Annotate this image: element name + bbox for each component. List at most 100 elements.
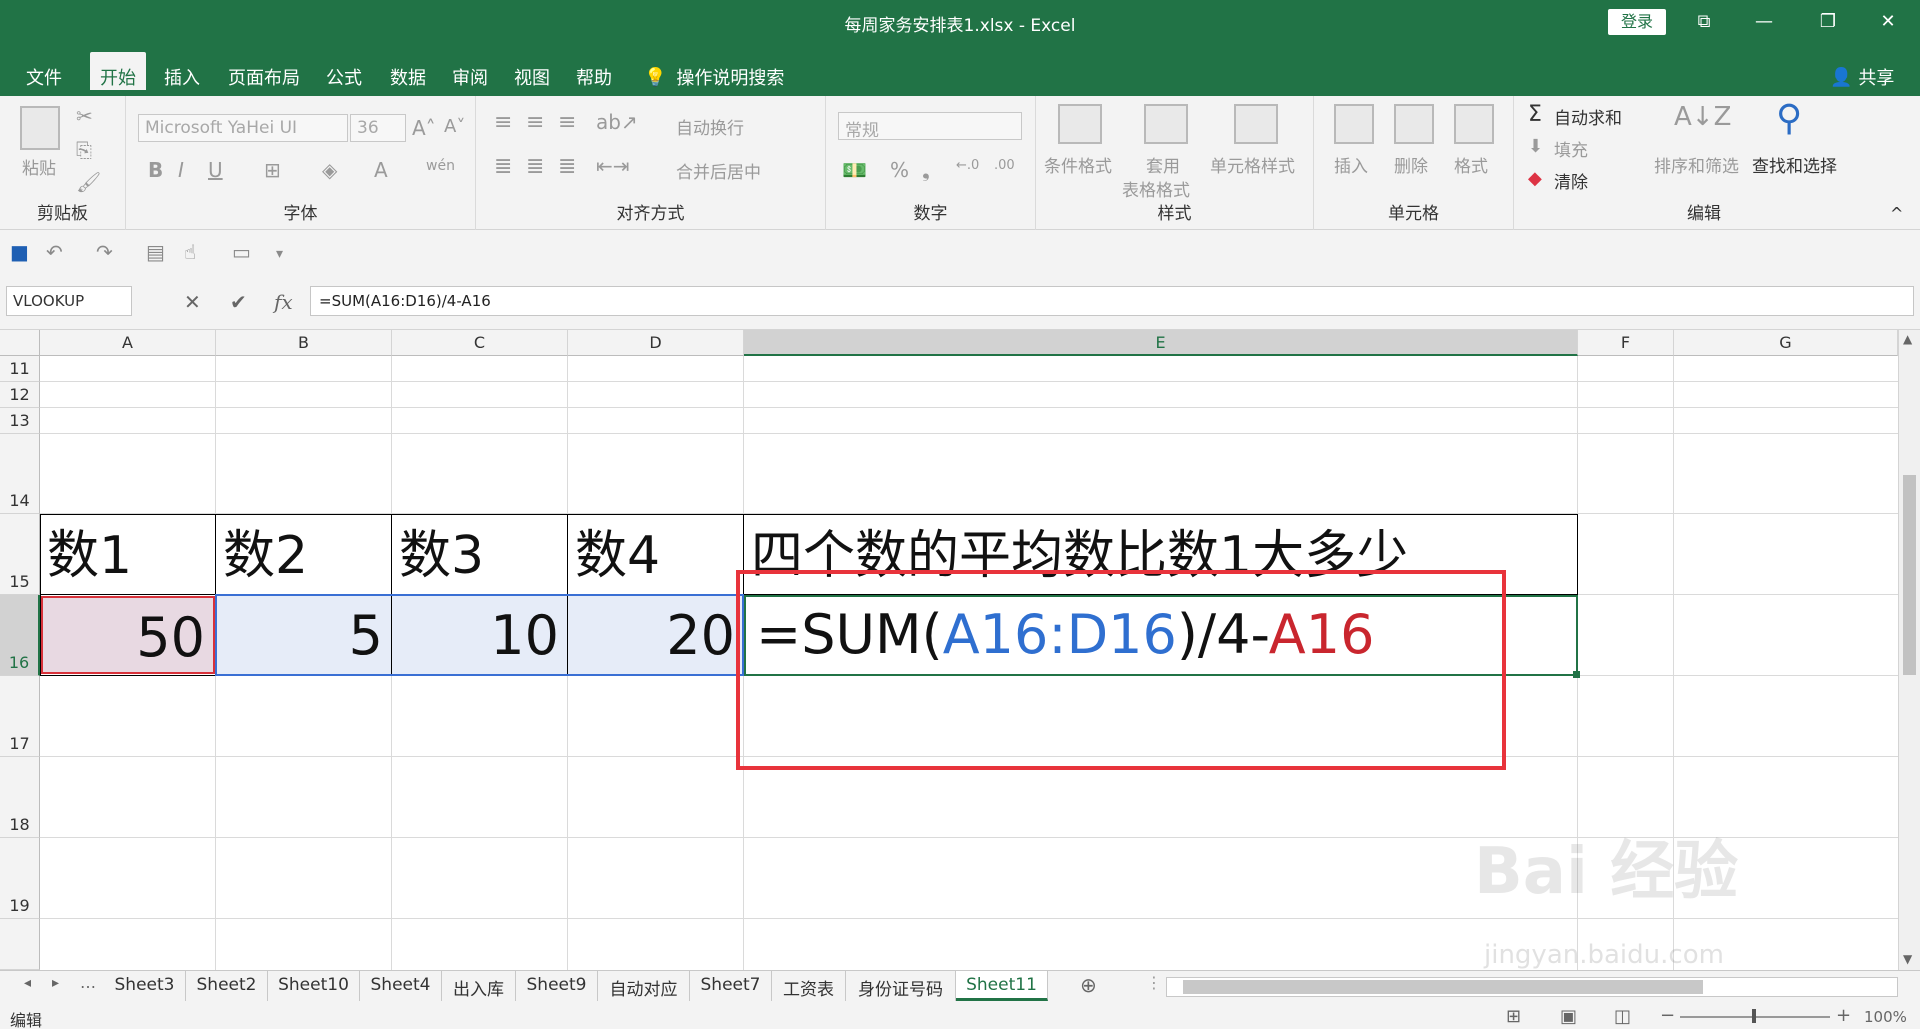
save-icon[interactable]: ■ [10, 240, 29, 264]
column-header-f[interactable]: F [1578, 330, 1674, 356]
sheet-tab[interactable]: Sheet10 [268, 971, 360, 1001]
cell-c15[interactable]: 数3 [393, 516, 567, 594]
tab-home[interactable]: 开始 [90, 52, 146, 90]
sort-filter-button[interactable]: 排序和筛选 [1654, 152, 1739, 177]
row-header-12[interactable]: 12 [0, 382, 40, 408]
row-header-19[interactable]: 19 [0, 838, 40, 919]
delete-cells-icon[interactable] [1394, 104, 1434, 144]
row-header-11[interactable]: 11 [0, 356, 40, 382]
new-sheet-icon[interactable]: ⊕ [1080, 973, 1097, 997]
sheet-tab[interactable]: Sheet2 [186, 971, 268, 1001]
tab-file[interactable]: 文件 [16, 58, 72, 96]
column-header-b[interactable]: B [216, 330, 392, 356]
cell-a16[interactable]: 50 [41, 596, 215, 674]
form-icon[interactable]: ▤ [146, 240, 165, 264]
underline-button[interactable]: U [208, 158, 223, 182]
scroll-down-icon[interactable]: ▼ [1903, 952, 1912, 966]
sheet-tab[interactable]: Sheet4 [360, 971, 442, 1001]
conditional-format-button[interactable]: 条件格式 [1044, 152, 1112, 177]
row-header-16[interactable]: 16 [0, 595, 40, 676]
decrease-decimal-icon[interactable]: .00 [994, 158, 1015, 173]
italic-button[interactable]: I [178, 158, 184, 182]
comma-button[interactable]: ❟ [922, 158, 930, 182]
align-left-icon[interactable]: ≣ [494, 154, 512, 179]
worksheet-grid[interactable]: A B C D E F G 11 12 13 14 15 16 17 18 19… [0, 330, 1898, 970]
sort-filter-icon[interactable]: A↓Z [1674, 102, 1731, 132]
zoom-in-icon[interactable]: + [1836, 1005, 1851, 1026]
horizontal-scroll-thumb[interactable] [1183, 980, 1703, 994]
share-button[interactable]: 👤 共享 [1830, 64, 1894, 90]
borders-icon[interactable]: ⊞ [264, 158, 281, 182]
next-sheet-icon[interactable]: ▸ [52, 975, 59, 991]
magnifier-icon[interactable]: ⚲ [1776, 98, 1802, 139]
column-header-g[interactable]: G [1674, 330, 1898, 356]
wrap-text-button[interactable]: 自动换行 [676, 114, 744, 139]
cut-icon[interactable]: ✂ [76, 104, 93, 128]
vertical-scrollbar[interactable]: ▲ ▼ [1898, 330, 1920, 970]
number-format-box[interactable]: 常规 [838, 112, 1022, 140]
scroll-up-icon[interactable]: ▲ [1903, 332, 1912, 346]
insert-function-icon[interactable]: fx [274, 290, 293, 314]
bottom-align-icon[interactable]: ≡ [558, 110, 576, 135]
row-header-20[interactable] [0, 919, 40, 970]
format-cells-icon[interactable] [1454, 104, 1494, 144]
close-icon[interactable]: ✕ [1868, 6, 1908, 38]
tab-review[interactable]: 审阅 [442, 58, 498, 96]
fill-icon[interactable]: ⬇ [1528, 136, 1543, 157]
orientation-icon[interactable]: ab↗ [596, 110, 638, 134]
sheet-tab[interactable]: Sheet9 [516, 971, 598, 1001]
zoom-out-icon[interactable]: − [1660, 1005, 1675, 1026]
column-header-a[interactable]: A [40, 330, 216, 356]
tab-view[interactable]: 视图 [504, 58, 560, 96]
fill-button[interactable]: 填充 [1554, 136, 1588, 161]
format-table-icon[interactable] [1144, 104, 1188, 144]
autosum-button[interactable]: 自动求和 [1554, 104, 1622, 129]
format-painter-icon[interactable]: 🖌 [76, 170, 101, 194]
font-size-box[interactable]: 36 [350, 114, 406, 142]
bold-button[interactable]: B [148, 158, 163, 182]
font-color-icon[interactable]: A [374, 158, 388, 182]
ribbon-display-icon[interactable]: ⧉ [1684, 6, 1724, 38]
column-header-e[interactable]: E [744, 330, 1578, 356]
insert-cells-button[interactable]: 插入 [1334, 152, 1368, 177]
find-select-button[interactable]: 查找和选择 [1752, 152, 1837, 177]
tab-help[interactable]: 帮助 [566, 58, 622, 96]
format-table-label-1[interactable]: 套用 [1146, 152, 1180, 177]
sheet-tab[interactable]: Sheet7 [690, 971, 772, 1001]
row-header-14[interactable]: 14 [0, 434, 40, 514]
cell-styles-icon[interactable] [1234, 104, 1278, 144]
phonetic-icon[interactable]: wén [426, 158, 455, 174]
top-align-icon[interactable]: ≡ [494, 110, 512, 135]
fill-color-icon[interactable]: ◈ [322, 158, 337, 182]
autosum-icon[interactable]: Σ [1528, 102, 1542, 127]
sheet-tab[interactable]: 出入库 [442, 971, 516, 1001]
sheet-tab[interactable]: Sheet3 [104, 971, 186, 1001]
cell-a15[interactable]: 数1 [41, 516, 215, 594]
align-right-icon[interactable]: ≣ [558, 154, 576, 179]
accounting-icon[interactable]: 💵 [842, 158, 867, 182]
cell-styles-button[interactable]: 单元格样式 [1210, 152, 1295, 177]
formula-input[interactable]: =SUM(A16:D16)/4-A16 [310, 286, 1914, 316]
conditional-format-icon[interactable] [1058, 104, 1102, 144]
name-box[interactable]: VLOOKUP [6, 286, 132, 316]
sheet-tab[interactable]: 工资表 [772, 971, 846, 1001]
cell-b15[interactable]: 数2 [217, 516, 391, 594]
row-header-18[interactable]: 18 [0, 757, 40, 838]
tab-page-layout[interactable]: 页面布局 [218, 58, 310, 96]
sheet-tab-active[interactable]: Sheet11 [956, 971, 1048, 1001]
cell-d15[interactable]: 数4 [569, 516, 743, 594]
tab-formulas[interactable]: 公式 [316, 58, 372, 96]
sheet-tab[interactable]: 自动对应 [598, 971, 690, 1001]
customize-qat-icon[interactable]: ▾ [276, 246, 283, 262]
clear-button[interactable]: 清除 [1554, 168, 1588, 193]
format-table-label-2[interactable]: 表格格式 [1122, 176, 1190, 201]
undo-icon[interactable]: ↶ [46, 240, 63, 264]
copy-icon[interactable]: ⎘ [76, 138, 92, 162]
format-cells-button[interactable]: 格式 [1454, 152, 1488, 177]
increase-decimal-icon[interactable]: ←.0 [956, 158, 979, 173]
normal-view-icon[interactable]: ⊞ [1506, 1006, 1521, 1027]
shrink-font-icon[interactable]: A˅ [444, 116, 465, 137]
align-center-icon[interactable]: ≣ [526, 154, 544, 179]
zoom-slider-thumb[interactable] [1752, 1009, 1756, 1023]
eraser-icon[interactable]: ◆ [1528, 168, 1542, 189]
